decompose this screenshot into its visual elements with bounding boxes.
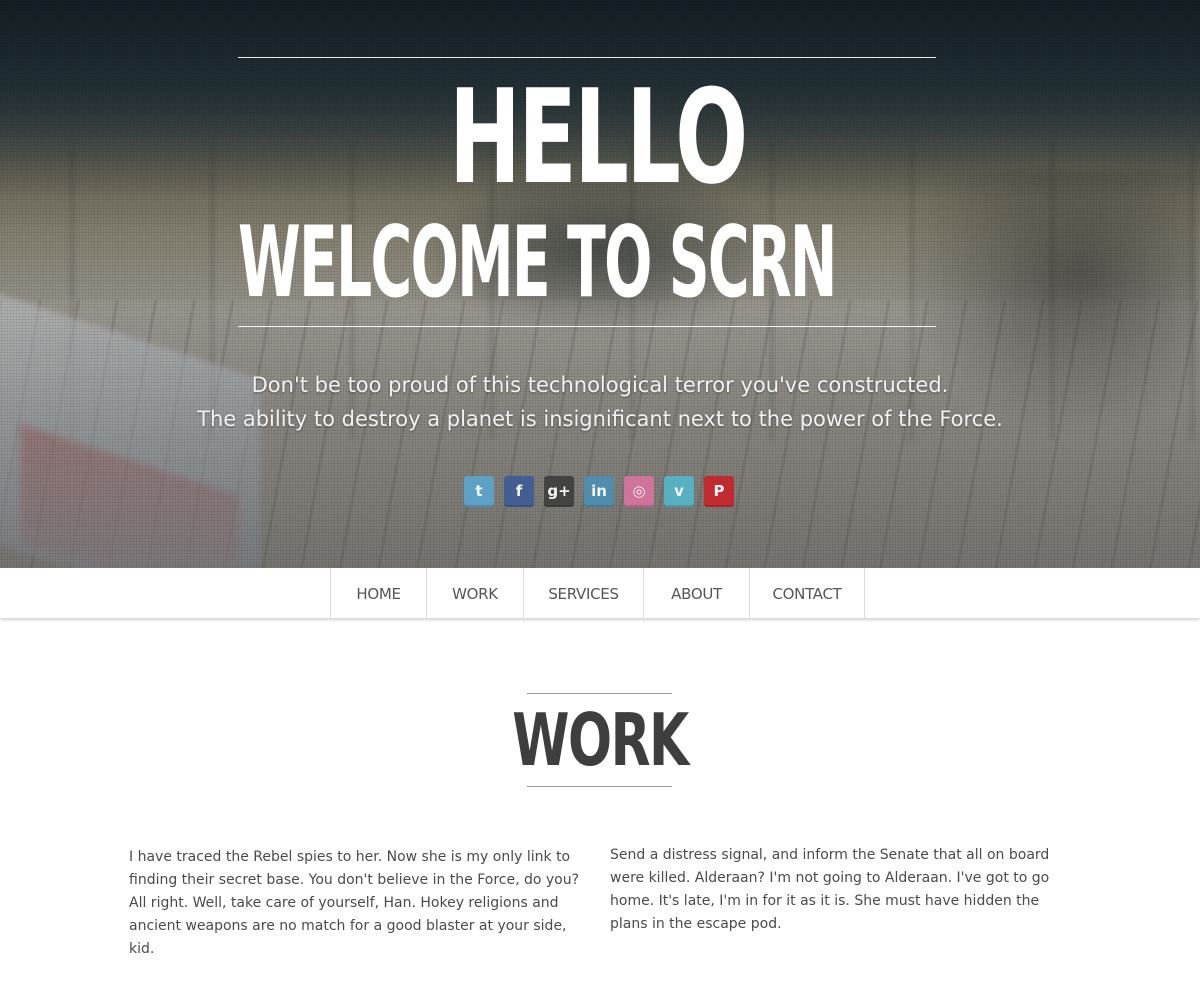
social-links: t f g+ in ◎ v P [464, 476, 736, 508]
nav-item-about[interactable]: ABOUT [644, 568, 750, 618]
work-rule-bottom [527, 786, 672, 787]
linkedin-icon[interactable]: in [584, 476, 614, 507]
nav-item-services[interactable]: SERVICES [524, 568, 644, 618]
work-text-left: I have traced the Rebel spies to her. No… [129, 849, 580, 957]
twitter-icon[interactable]: t [464, 476, 494, 507]
work-text-right: Send a distress signal, and inform the S… [610, 847, 1050, 932]
pinterest-icon[interactable]: P [704, 476, 734, 507]
hero-rule-bottom [238, 326, 936, 327]
hero-hello-heading: HELLO [449, 61, 748, 213]
nav-item-home[interactable]: HOME [331, 568, 427, 618]
main-nav: HOME WORK SERVICES ABOUT CONTACT [0, 568, 1200, 618]
hero-rule-top [238, 57, 936, 58]
hero-welcome-heading: WELCOME TO SCRN [238, 206, 837, 320]
google-plus-icon[interactable]: g+ [544, 476, 574, 507]
hero-banner: HELLO WELCOME TO SCRN Don't be too proud… [0, 0, 1200, 568]
nav-items: HOME WORK SERVICES ABOUT CONTACT [330, 568, 865, 618]
hero-tagline-line-1: Don't be too proud of this technological… [251, 373, 949, 397]
hero-tagline-line-2: The ability to destroy a planet is insig… [197, 407, 1003, 431]
work-section-title: WORK [512, 698, 689, 782]
nav-item-work[interactable]: WORK [427, 568, 524, 618]
nav-item-contact[interactable]: CONTACT [750, 568, 865, 618]
dribbble-icon[interactable]: ◎ [624, 476, 654, 507]
facebook-icon[interactable]: f [504, 476, 534, 507]
vimeo-icon[interactable]: v [664, 476, 694, 507]
work-rule-top [527, 693, 672, 694]
